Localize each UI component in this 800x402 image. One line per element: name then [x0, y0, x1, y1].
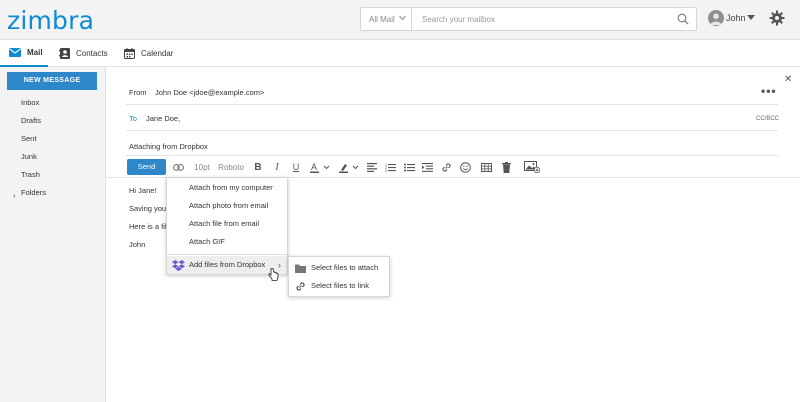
dropbox-submenu: Select files to attach Select files to l…: [288, 256, 390, 297]
tab-calendar-label: Calendar: [141, 49, 174, 58]
attach-link-icon[interactable]: [440, 160, 452, 174]
avatar: [708, 10, 724, 26]
divider: [126, 155, 778, 156]
menu-item-label: Attach photo from email: [189, 201, 269, 210]
divider: [126, 104, 778, 105]
contacts-icon: [59, 48, 70, 59]
from-label: From: [129, 88, 147, 97]
more-options-icon[interactable]: •••: [761, 84, 777, 98]
underline-icon[interactable]: U: [290, 160, 302, 174]
dropbox-icon: [172, 260, 185, 271]
table-icon[interactable]: [480, 160, 493, 174]
tab-mail[interactable]: Mail: [0, 40, 48, 67]
body-line[interactable]: Hi Jane!: [129, 186, 157, 195]
menu-item-select-link[interactable]: Select files to link: [289, 277, 389, 295]
bold-icon[interactable]: B: [252, 160, 264, 174]
menu-item-attach-computer[interactable]: Attach from my computer: [167, 179, 287, 197]
new-message-button[interactable]: NEW MESSAGE: [7, 72, 97, 90]
body-line[interactable]: John: [129, 240, 145, 249]
menu-item-label: Attach file from email: [189, 219, 260, 228]
tab-contacts[interactable]: Contacts: [59, 40, 108, 67]
menu-item-label: Select files to attach: [311, 263, 379, 272]
link-icon: [296, 282, 305, 291]
image-icon[interactable]: [523, 160, 541, 174]
sidebar-item-folders[interactable]: Folders: [21, 188, 46, 197]
search-box: All Mail: [360, 7, 697, 31]
sidebar-item-trash[interactable]: Trash: [21, 170, 40, 179]
menu-item-label: Add files from Dropbox: [189, 260, 266, 269]
person-icon: [710, 13, 722, 25]
menu-item-select-attach[interactable]: Select files to attach: [289, 259, 389, 277]
font-family-select[interactable]: Roboto: [217, 160, 245, 174]
menu-item-label: Select files to link: [311, 281, 369, 290]
divider: [167, 254, 287, 255]
divider: [126, 130, 778, 131]
tab-calendar[interactable]: Calendar: [124, 40, 173, 67]
numbered-list-icon[interactable]: 123: [384, 160, 396, 174]
mail-icon: [9, 48, 21, 57]
font-size-select[interactable]: 10pt: [192, 160, 212, 174]
text-color-icon[interactable]: A: [309, 160, 333, 174]
search-icon[interactable]: [677, 13, 689, 25]
italic-icon[interactable]: I: [271, 160, 283, 174]
chevron-right-icon[interactable]: ›: [13, 191, 16, 200]
sidebar-item-inbox[interactable]: Inbox: [21, 98, 39, 107]
app-tabs: Mail Contacts Calendar: [0, 40, 800, 67]
user-name: John: [726, 13, 746, 23]
hand-cursor-icon: [268, 268, 279, 281]
to-label[interactable]: To: [129, 114, 137, 123]
body-line[interactable]: Here is a fil: [129, 222, 167, 231]
menu-item-label: Attach GIF: [189, 237, 225, 246]
calendar-icon: [124, 48, 135, 59]
align-icon[interactable]: [366, 160, 378, 174]
attach-menu: Attach from my computer Attach photo fro…: [166, 177, 288, 275]
search-input[interactable]: [413, 8, 671, 30]
svg-text:A: A: [311, 162, 317, 172]
folder-icon: [295, 264, 306, 273]
caret-down-icon: [747, 15, 755, 20]
trash-icon[interactable]: [500, 160, 513, 174]
tab-contacts-label: Contacts: [76, 49, 108, 58]
menu-item-attach-file[interactable]: Attach file from email: [167, 215, 287, 233]
to-field[interactable]: Jane Doe,: [146, 114, 180, 123]
body-line[interactable]: Saving your: [129, 204, 169, 213]
close-icon[interactable]: ✕: [784, 74, 792, 85]
bullet-list-icon[interactable]: [403, 160, 415, 174]
indent-icon[interactable]: [421, 160, 433, 174]
sidebar-item-junk[interactable]: Junk: [21, 152, 37, 161]
cc-bcc-link[interactable]: CC/BCC: [756, 116, 779, 122]
menu-item-label: Attach from my computer: [189, 183, 273, 192]
link-icon[interactable]: [171, 160, 185, 174]
sidebar-item-drafts[interactable]: Drafts: [21, 116, 41, 125]
send-button[interactable]: Send: [127, 159, 166, 175]
svg-text:3: 3: [385, 169, 387, 172]
menu-item-attach-gif[interactable]: Attach GIF: [167, 233, 287, 251]
top-bar: zimbra All Mail John: [0, 0, 800, 40]
zimbra-logo[interactable]: zimbra: [7, 6, 94, 35]
subject-field[interactable]: Attaching from Dropbox: [129, 142, 208, 151]
highlight-icon[interactable]: [338, 160, 362, 174]
menu-item-attach-photo[interactable]: Attach photo from email: [167, 197, 287, 215]
from-value[interactable]: John Doe <jdoe@example.com>: [155, 88, 264, 97]
gear-icon[interactable]: [769, 10, 785, 26]
search-scope-label: All Mail: [369, 15, 395, 24]
tab-mail-label: Mail: [27, 48, 43, 57]
chevron-down-icon: [399, 15, 406, 21]
sidebar-item-sent[interactable]: Sent: [21, 134, 36, 143]
sidebar: NEW MESSAGE Inbox Drafts Sent Junk Trash…: [0, 67, 106, 402]
search-scope-dropdown[interactable]: All Mail: [361, 8, 412, 30]
emoji-icon[interactable]: [459, 160, 472, 174]
